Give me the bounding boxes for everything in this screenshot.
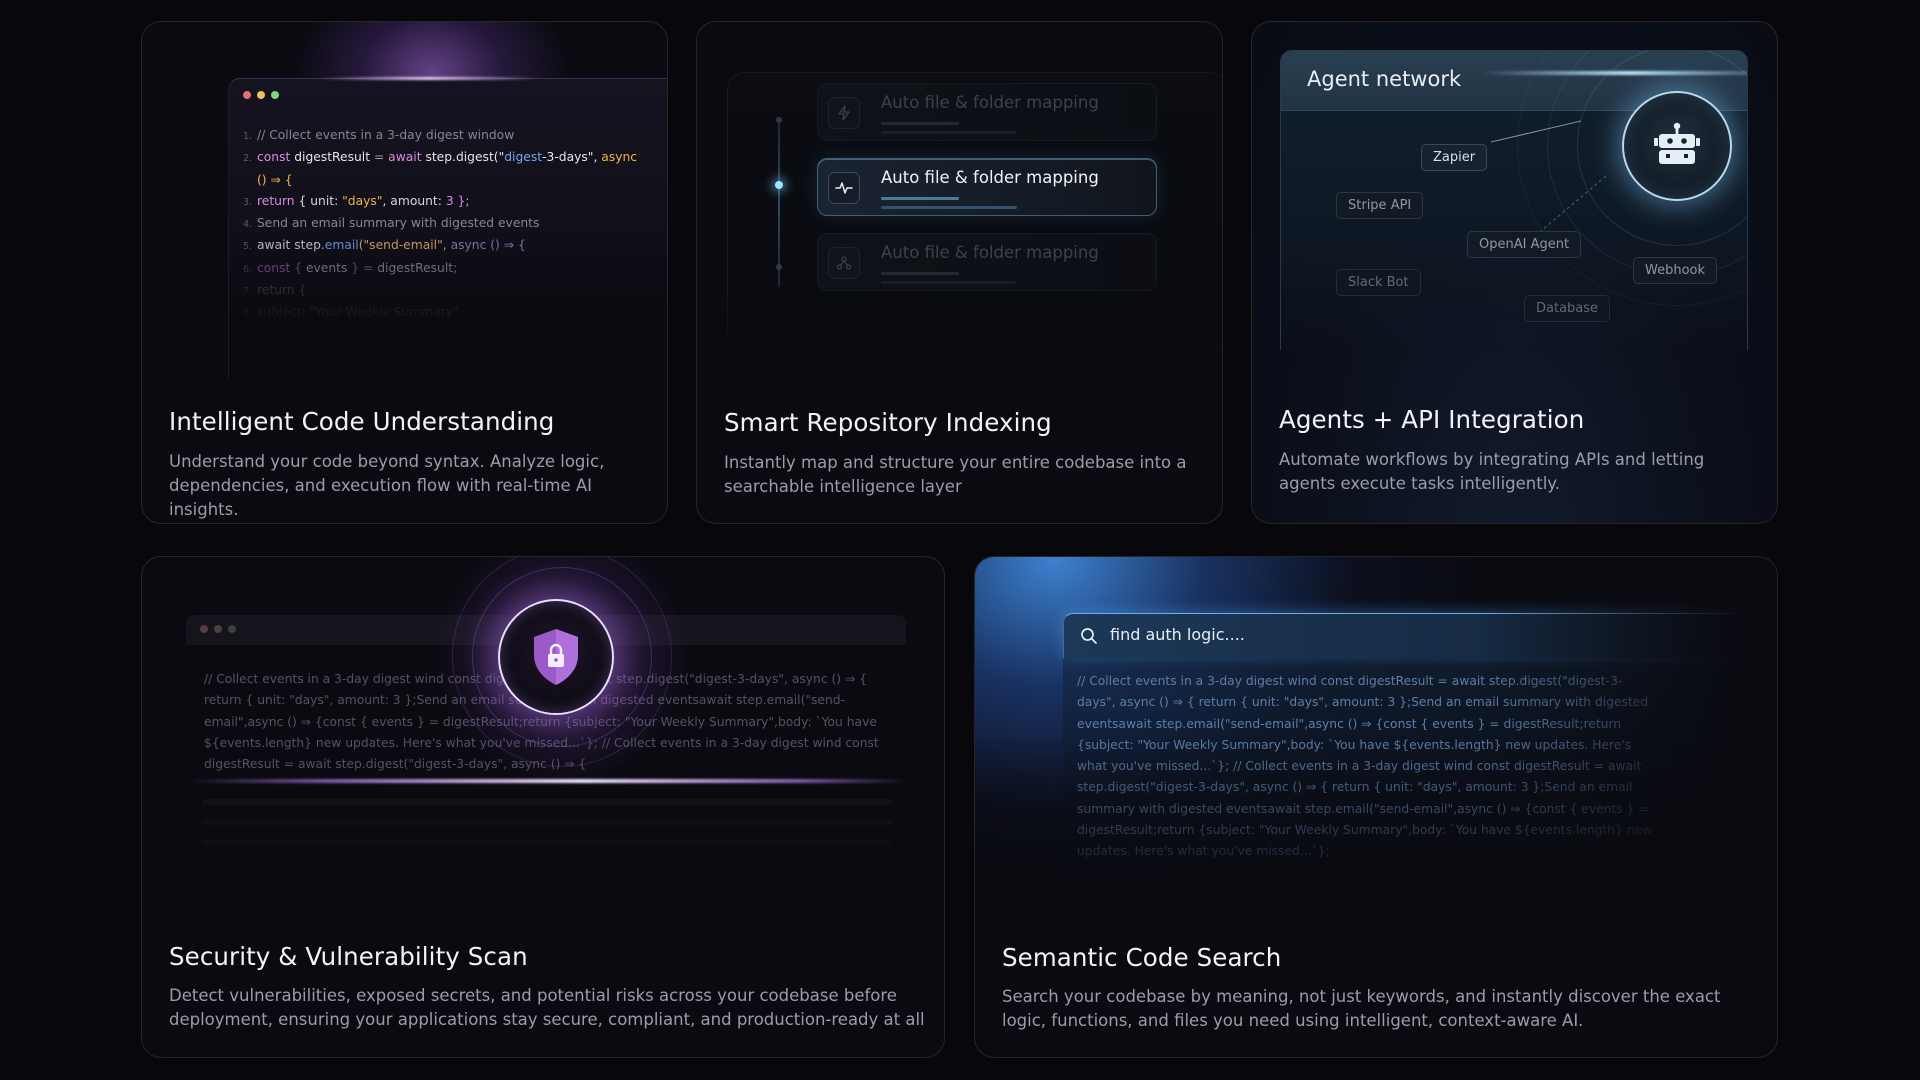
node-chip[interactable]: Stripe API: [1336, 192, 1424, 219]
card-title: Agents + API Integration: [1279, 405, 1585, 434]
search-query: find auth logic....: [1110, 625, 1245, 644]
agent-network-panel: Agent network Zapier Stripe API OpenAI A…: [1280, 50, 1748, 350]
card-description: Search your codebase by meaning, not jus…: [1002, 987, 1721, 1030]
rail-node-active: [775, 181, 783, 189]
card-description: Detect vulnerabilities, exposed secrets,…: [169, 986, 925, 1029]
rail-node: [776, 117, 782, 123]
activity-icon: [828, 172, 860, 204]
mapping-item-active[interactable]: Auto file & folder mapping: [817, 158, 1157, 216]
feature-card-semantic-search: find auth logic.... // Collect events in…: [974, 556, 1778, 1058]
card-title: Semantic Code Search: [1002, 943, 1282, 972]
code-line: 2. const digestResult = await step.digest…: [243, 150, 638, 165]
robot-icon: [1622, 91, 1732, 201]
close-dot: [243, 91, 251, 99]
mapping-item-label: Auto file & folder mapping: [881, 243, 1099, 262]
network-icon: [828, 247, 860, 279]
maximize-dot: [271, 91, 279, 99]
card-title: Smart Repository Indexing: [724, 408, 1052, 437]
code-line: 3. return { unit: "days", amount: 3 };: [243, 193, 470, 208]
code-line: () ⇒ {: [257, 172, 293, 187]
shield-lock-icon: [498, 599, 614, 715]
card-title: Intelligent Code Understanding: [169, 407, 555, 436]
rail-node: [776, 264, 782, 270]
node-chip[interactable]: OpenAI Agent: [1467, 231, 1582, 258]
card-title: Security & Vulnerability Scan: [169, 942, 528, 971]
mapping-item[interactable]: Auto file & folder mapping: [817, 83, 1157, 141]
card-description: Instantly map and structure your entire …: [724, 453, 1187, 496]
node-chip[interactable]: Database: [1524, 295, 1611, 322]
mapping-item-label: Auto file & folder mapping: [881, 168, 1099, 187]
node-chip[interactable]: Slack Bot: [1336, 269, 1421, 296]
feature-card-security-scan: // Collect events in a 3-day digest wind…: [141, 556, 945, 1058]
feature-card-code-understanding: 1.// Collect events in a 3-day digest wi…: [141, 21, 668, 524]
card-description: Understand your code beyond syntax. Anal…: [169, 452, 605, 519]
window-controls: [243, 91, 279, 99]
mapping-item-label: Auto file & folder mapping: [881, 93, 1099, 112]
node-chip[interactable]: Webhook: [1633, 257, 1718, 284]
code-line: 1.// Collect events in a 3-day digest wi…: [243, 128, 515, 142]
node-chip[interactable]: Zapier: [1421, 144, 1488, 171]
search-icon: [1080, 627, 1098, 649]
feature-card-agents-api: Agent network Zapier Stripe API OpenAI A…: [1251, 21, 1778, 524]
minimize-dot: [257, 91, 265, 99]
feature-card-repository-indexing: Auto file & folder mapping Auto file & f…: [696, 21, 1223, 524]
card-description: Automate workflows by integrating APIs a…: [1279, 450, 1705, 493]
code-editor-preview: 1.// Collect events in a 3-day digest wi…: [228, 78, 667, 378]
progress-rail: [778, 117, 780, 287]
scan-line: [187, 779, 907, 783]
lightning-icon: [828, 97, 860, 129]
